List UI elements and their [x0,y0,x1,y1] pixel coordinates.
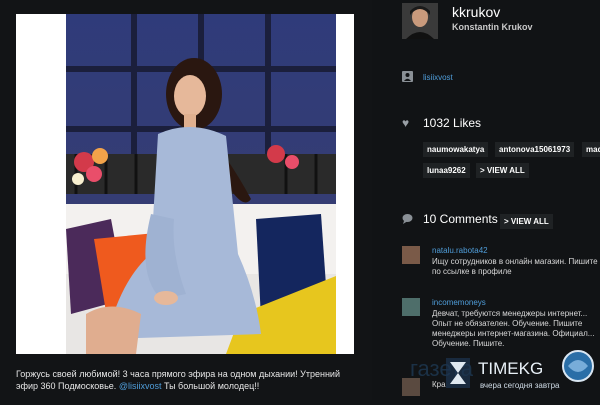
tagged-user-link[interactable]: lisiixvost [423,73,453,82]
comment-avatar[interactable] [402,246,420,264]
comment-username[interactable]: natalu.rabota42 [432,246,488,255]
avatar-image [402,3,438,39]
comment-text: Ищу сотрудников в онлайн магазин. Пишите… [432,257,598,276]
photo-frame [16,14,354,354]
watermark-logo: газета TIMEKG вчера сегодня завтра [410,350,594,390]
caption-mention-link[interactable]: @lisiixvost [119,381,162,391]
tagged-user-icon [402,71,413,85]
photo-image [66,14,336,354]
liker-chip[interactable]: antonova15061973 [495,142,575,157]
watermark-tagline: вчера сегодня завтра [480,381,560,390]
profile-avatar[interactable] [402,3,438,39]
comment-bubble-icon [402,213,413,227]
comment-text: Девчат, требуются менеджеры интернет... … [432,309,595,348]
liker-chip[interactable]: naumowakatya [423,142,489,157]
post-media-panel: Горжусь своей любимой! 3 часа прямого эф… [0,0,372,400]
post-info-panel: kkrukov Konstantin Krukov lisiixvost ♥ 1… [372,0,600,400]
post-photo[interactable] [66,14,336,354]
liker-chip[interactable]: mad [582,142,600,157]
profile-full-name: Konstantin Krukov [452,22,533,32]
caption-tail: Ты большой молодец!! [163,381,260,391]
liker-chip[interactable]: lunaa9262 [423,163,470,178]
comments-view-all-button[interactable]: > VIEW ALL [500,214,553,229]
likes-count: 1032 Likes [423,116,482,130]
likes-view-all-button[interactable]: > VIEW ALL [476,163,529,178]
post-caption: Горжусь своей любимой! 3 часа прямого эф… [16,368,356,392]
profile-username[interactable]: kkrukov [452,4,500,20]
comment-username[interactable]: incomemoneys [432,298,486,307]
watermark-brand: TIMEKG [478,359,543,378]
heart-icon: ♥ [402,116,410,130]
comment-avatar[interactable] [402,298,420,316]
timekg-watermark: газета TIMEKG вчера сегодня завтра [410,344,600,400]
comments-count: 10 Comments [423,212,498,226]
